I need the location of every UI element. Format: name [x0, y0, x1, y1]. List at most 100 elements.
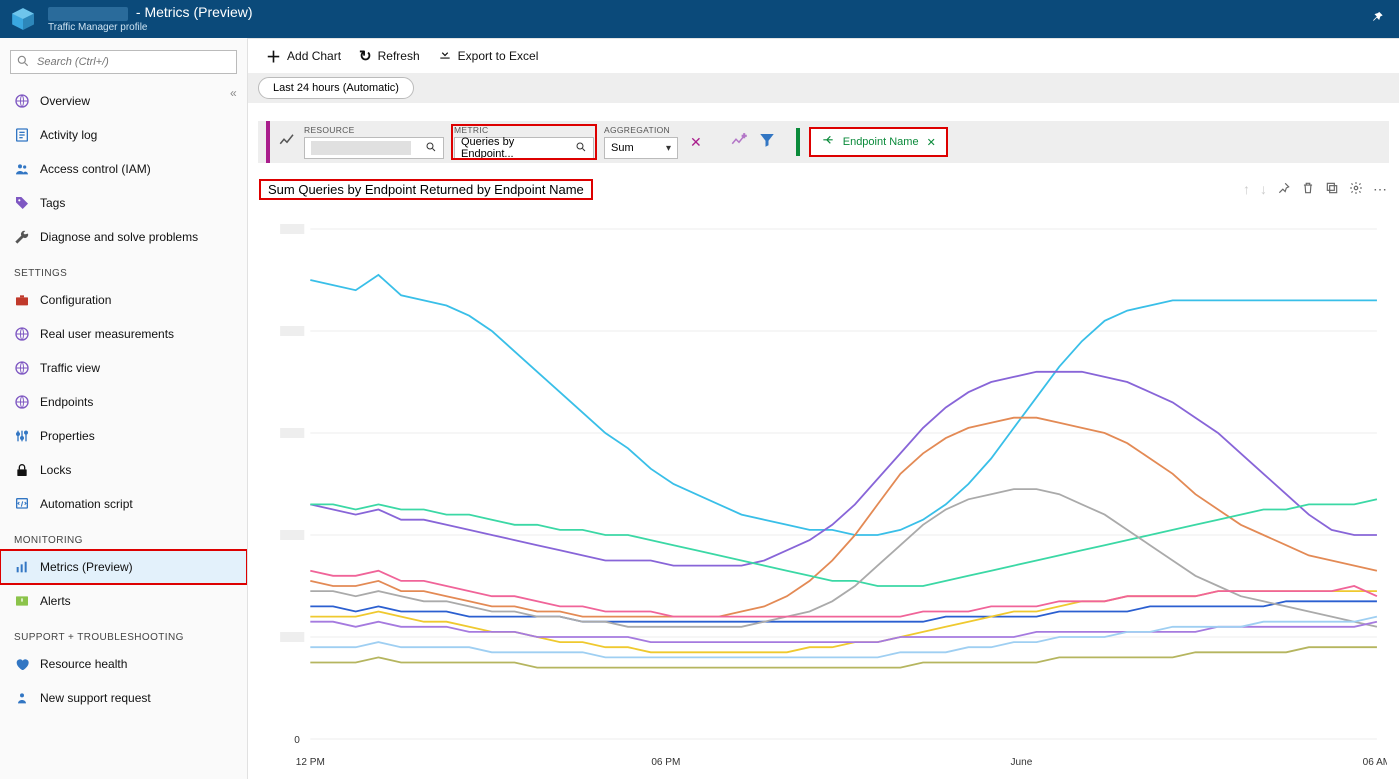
sidebar-item-label: Configuration	[40, 293, 111, 307]
series-endpoint-4	[310, 499, 1377, 586]
globe-icon	[14, 326, 30, 342]
time-range-pill[interactable]: Last 24 hours (Automatic)	[258, 77, 414, 99]
move-up-icon[interactable]: ↑	[1243, 181, 1250, 198]
aggregation-selector[interactable]: Sum ▾	[604, 137, 678, 159]
sidebar-item-label: Real user measurements	[40, 327, 174, 341]
sidebar-item-label: Diagnose and solve problems	[40, 230, 198, 244]
sidebar: « Overview Activity log Access control (IA…	[0, 38, 248, 779]
search-icon	[16, 54, 30, 73]
sidebar-item-new-support-request[interactable]: New support request	[0, 681, 247, 715]
support-icon	[14, 690, 30, 706]
pin-chart-icon[interactable]	[1277, 181, 1291, 198]
redacted-resource	[311, 141, 419, 155]
download-icon	[438, 47, 452, 65]
svg-text:06 PM: 06 PM	[651, 757, 680, 768]
sidebar-item-access-control-iam-[interactable]: Access control (IAM)	[0, 152, 247, 186]
sidebar-item-metrics-preview-[interactable]: Metrics (Preview)	[0, 550, 247, 584]
sidebar-item-label: Endpoints	[40, 395, 93, 409]
resource-label: RESOURCE	[304, 125, 444, 135]
series-endpoint-5	[310, 601, 1377, 621]
svg-text:June: June	[1011, 757, 1033, 768]
sidebar-item-label: Automation script	[40, 497, 133, 511]
search-input[interactable]	[10, 50, 237, 74]
chart-settings-icon[interactable]	[1349, 181, 1363, 198]
sidebar-item-label: Traffic view	[40, 361, 100, 375]
section-support: SUPPORT + TROUBLESHOOTING	[0, 618, 247, 647]
resource-icon	[10, 6, 36, 32]
delete-chart-icon[interactable]	[1301, 181, 1315, 198]
sidebar-item-resource-health[interactable]: Resource health	[0, 647, 247, 681]
pin-icon[interactable]	[1371, 10, 1385, 29]
people-icon	[14, 161, 30, 177]
sidebar-item-label: Tags	[40, 196, 65, 210]
sidebar-item-traffic-view[interactable]: Traffic view	[0, 351, 247, 385]
sidebar-item-alerts[interactable]: Alerts	[0, 584, 247, 618]
add-chart-button[interactable]: ＋ Add Chart	[266, 46, 341, 67]
sidebar-item-label: Overview	[40, 94, 90, 108]
chart-title: Sum Queries by Endpoint Returned by Endp…	[260, 180, 592, 199]
chart-toolbar: ↑ ↓ ⋯	[1243, 181, 1387, 198]
script-icon	[14, 496, 30, 512]
svg-text:0: 0	[294, 735, 300, 746]
svg-text:06 AM: 06 AM	[1363, 757, 1387, 768]
sliders-icon	[14, 428, 30, 444]
series-endpoint-1	[310, 275, 1377, 535]
refresh-icon: ↻	[359, 47, 372, 65]
sidebar-item-label: Metrics (Preview)	[40, 560, 133, 574]
wrench-icon	[14, 229, 30, 245]
split-accent-stripe	[796, 128, 800, 156]
collapse-sidebar-icon[interactable]: «	[230, 86, 237, 100]
query-accent-stripe	[266, 121, 270, 163]
filter-icon[interactable]	[758, 131, 776, 154]
plus-icon: ＋	[266, 46, 281, 67]
add-metric-icon[interactable]: +	[730, 131, 748, 154]
metric-label: METRIC	[454, 125, 594, 135]
sidebar-item-tags[interactable]: Tags	[0, 186, 247, 220]
sidebar-item-locks[interactable]: Locks	[0, 453, 247, 487]
sidebar-item-label: Resource health	[40, 657, 127, 671]
globe-icon	[14, 93, 30, 109]
chart[interactable]: 0 12 PM 06 PM June 06 AM	[260, 219, 1387, 779]
section-settings: SETTINGS	[0, 254, 247, 283]
briefcase-icon	[14, 292, 30, 308]
refresh-button[interactable]: ↻ Refresh	[359, 47, 420, 65]
sidebar-item-activity-log[interactable]: Activity log	[0, 118, 247, 152]
sidebar-item-real-user-measurements[interactable]: Real user measurements	[0, 317, 247, 351]
series-endpoint-9	[310, 622, 1377, 642]
heart-icon	[14, 656, 30, 672]
move-down-icon[interactable]: ↓	[1260, 181, 1267, 198]
sidebar-item-label: Access control (IAM)	[40, 162, 151, 176]
remove-metric-button[interactable]: ✕	[686, 134, 706, 151]
sidebar-item-overview[interactable]: Overview	[0, 84, 247, 118]
sidebar-item-endpoints[interactable]: Endpoints	[0, 385, 247, 419]
sidebar-item-properties[interactable]: Properties	[0, 419, 247, 453]
sidebar-item-label: Properties	[40, 429, 95, 443]
split-arrow-icon	[821, 134, 835, 151]
split-by-chip[interactable]: Endpoint Name ✕	[810, 128, 947, 156]
remove-split-icon[interactable]: ✕	[927, 136, 936, 149]
globe-icon	[14, 360, 30, 376]
blade-subtitle: Traffic Manager profile	[48, 22, 253, 33]
sidebar-item-label: New support request	[40, 691, 151, 705]
sidebar-item-configuration[interactable]: Configuration	[0, 283, 247, 317]
clone-chart-icon[interactable]	[1325, 181, 1339, 198]
metric-query-bar: RESOURCE METRIC Queries by Endpoint... A…	[258, 121, 1389, 163]
log-icon	[14, 127, 30, 143]
svg-text:+: +	[742, 131, 747, 140]
tag-icon	[14, 195, 30, 211]
export-excel-button[interactable]: Export to Excel	[438, 47, 539, 65]
series-endpoint-3	[310, 418, 1377, 617]
series-endpoint-2	[310, 372, 1377, 566]
line-chart-icon[interactable]	[278, 131, 296, 154]
sidebar-item-label: Locks	[40, 463, 71, 477]
toolbar: ＋ Add Chart ↻ Refresh Export to Excel	[248, 39, 1399, 73]
redacted-resource-name	[48, 7, 128, 21]
resource-selector[interactable]	[304, 137, 444, 159]
lock-icon	[14, 462, 30, 478]
chart-icon	[14, 559, 30, 575]
metric-selector[interactable]: Queries by Endpoint...	[454, 137, 594, 159]
sidebar-item-automation-script[interactable]: Automation script	[0, 487, 247, 521]
sidebar-item-diagnose-and-solve-problems[interactable]: Diagnose and solve problems	[0, 220, 247, 254]
svg-text:12 PM: 12 PM	[296, 757, 325, 768]
more-icon[interactable]: ⋯	[1373, 181, 1387, 198]
